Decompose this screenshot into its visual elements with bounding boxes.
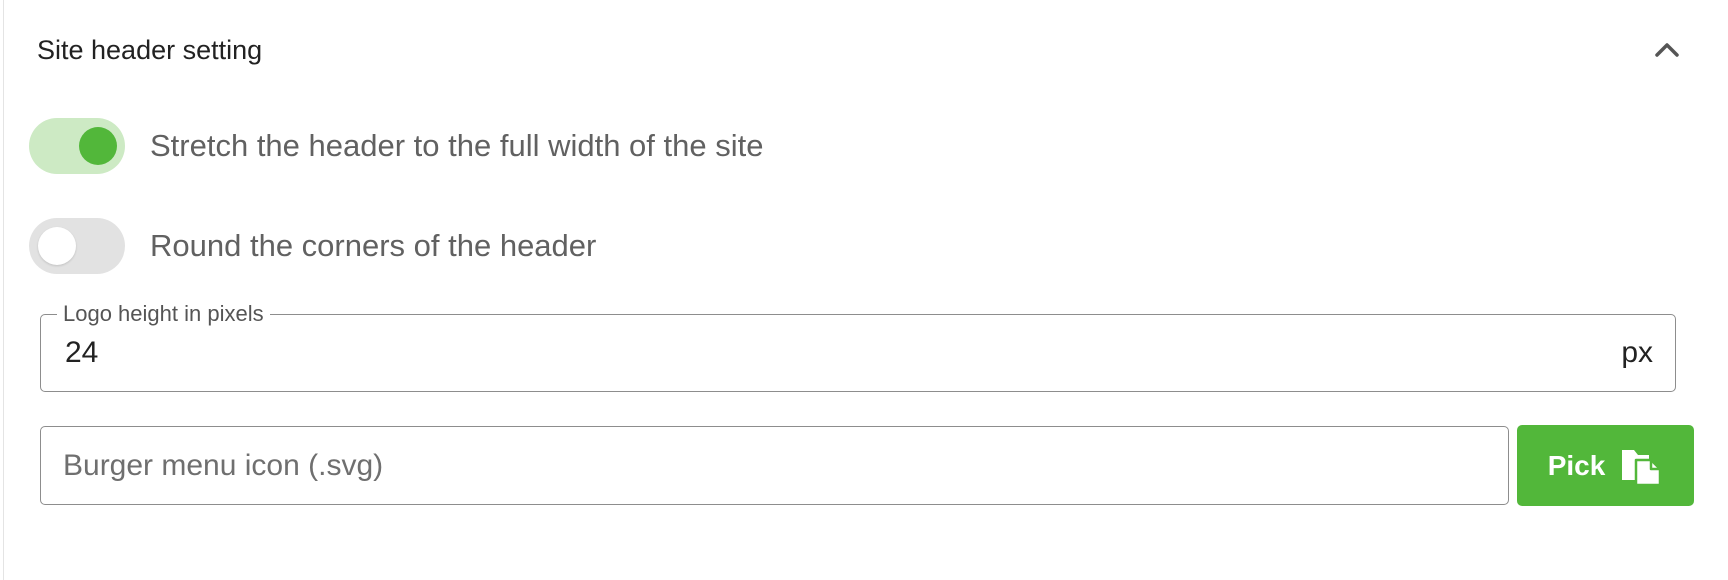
panel-title: Site header setting [37, 35, 263, 65]
round-corners-switch[interactable] [29, 218, 125, 274]
burger-icon-field[interactable] [40, 426, 1509, 505]
pick-button-label: Pick [1547, 449, 1606, 481]
file-copy-icon [1619, 446, 1663, 486]
burger-icon-input[interactable] [63, 447, 1463, 485]
stretch-header-label: Stretch the header to the full width of … [150, 128, 764, 163]
round-corners-label: Round the corners of the header [150, 228, 597, 263]
site-header-settings-panel: Site header setting Stretch the header t… [3, 0, 1728, 580]
collapse-button[interactable] [1647, 30, 1687, 70]
unit-suffix: px [1621, 336, 1653, 369]
switch-knob [38, 227, 76, 265]
stretch-header-switch[interactable] [29, 118, 125, 174]
pick-button[interactable]: Pick [1517, 425, 1694, 506]
logo-height-field[interactable]: Logo height in pixels px [40, 301, 1676, 392]
chevron-up-icon [1647, 30, 1687, 70]
round-corners-toggle-row[interactable]: Round the corners of the header [29, 218, 596, 274]
stretch-header-toggle-row[interactable]: Stretch the header to the full width of … [29, 118, 763, 174]
switch-knob [79, 127, 117, 165]
logo-height-input[interactable] [65, 335, 1565, 371]
logo-height-label: Logo height in pixels [57, 301, 270, 327]
panel-header[interactable]: Site header setting [4, 0, 1728, 100]
